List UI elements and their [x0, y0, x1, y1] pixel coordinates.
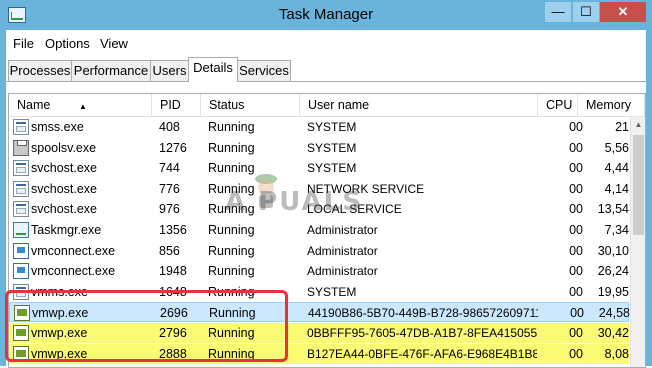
column-header-cpu[interactable]: CPU [538, 94, 578, 116]
process-status: Running [208, 140, 255, 155]
tab-performance[interactable]: Performance [71, 60, 151, 81]
minimize-button[interactable]: — [545, 2, 571, 22]
process-memory: 26,24 [597, 264, 629, 279]
generic-process-icon [13, 180, 29, 197]
process-cpu: 00 [569, 223, 583, 237]
process-name: Taskmgr.exe [31, 223, 102, 237]
tab-strip: Processes Performance Users Details Serv… [6, 57, 646, 82]
column-name-label: Name [17, 98, 51, 112]
process-name: svchost.exe [31, 202, 98, 217]
process-user: Administrator [307, 264, 378, 279]
process-user: SYSTEM [307, 140, 357, 155]
process-status: Running [208, 264, 255, 279]
menu-file[interactable]: File [13, 36, 34, 51]
process-memory: 21 [615, 120, 629, 134]
vmconnect-icon [13, 242, 29, 259]
process-pid: 1356 [159, 223, 187, 237]
process-cpu: 00 [570, 306, 584, 321]
tab-services[interactable]: Services [237, 60, 291, 81]
appuals-watermark: A PUALS [225, 187, 363, 217]
task-manager-icon [13, 222, 29, 238]
table-row[interactable]: svchost.exe 744 Running SYSTEM 00 4,44 [9, 158, 629, 178]
process-user: 44190B86-5B70-449B-B728-986572609711 [308, 306, 538, 321]
process-memory: 13,54 [597, 202, 629, 217]
generic-process-icon [13, 160, 29, 177]
sort-ascending-icon: ▲ [79, 102, 87, 111]
scroll-up-arrow-icon[interactable]: ▲ [631, 117, 645, 133]
maximize-button[interactable]: ☐ [573, 2, 599, 22]
process-cpu: 00 [569, 243, 583, 258]
tab-processes[interactable]: Processes [8, 60, 72, 81]
column-header-memory[interactable]: Memory [578, 94, 645, 116]
process-memory: 19,95 [597, 284, 629, 299]
process-user: SYSTEM [307, 284, 357, 299]
process-cpu: 00 [569, 120, 583, 134]
process-name: smss.exe [31, 120, 84, 134]
process-pid: 408 [159, 120, 180, 134]
tab-users[interactable]: Users [150, 60, 189, 81]
process-user: 0BBFFF95-7605-47DB-A1B7-8FEA4150557B [307, 326, 537, 340]
column-header-pid[interactable]: PID [152, 94, 201, 116]
process-user: Administrator [307, 243, 378, 258]
process-status: Running [208, 120, 255, 134]
process-pid: 776 [159, 181, 180, 196]
process-status: Running [208, 223, 255, 237]
process-memory: 4,44 [604, 161, 629, 176]
process-user: Administrator [307, 223, 378, 237]
process-pid: 744 [159, 161, 180, 176]
process-memory: 5,56 [604, 140, 629, 155]
process-name: svchost.exe [31, 161, 98, 176]
task-manager-window: Task Manager — ☐ ✕ File Options View Pro… [0, 0, 652, 368]
process-cpu: 00 [569, 140, 583, 155]
process-cpu: 00 [569, 264, 583, 279]
menu-view[interactable]: View [100, 36, 128, 51]
tab-details[interactable]: Details [188, 57, 238, 82]
process-user: SYSTEM [307, 161, 357, 176]
column-header-status[interactable]: Status [201, 94, 300, 116]
vmconnect-icon [13, 263, 29, 280]
table-row[interactable]: smss.exe 408 Running SYSTEM 00 21 [9, 117, 629, 137]
highlight-annotation-box [5, 290, 288, 362]
generic-process-icon [13, 119, 29, 135]
process-memory: 24,58 [598, 306, 630, 321]
process-memory: 30,42 [597, 326, 629, 340]
table-row[interactable]: spoolsv.exe 1276 Running SYSTEM 00 5,56 [9, 138, 629, 158]
process-cpu: 00 [569, 161, 583, 176]
printer-icon [13, 139, 29, 156]
scroll-thumb[interactable] [633, 135, 644, 235]
process-name: vmconnect.exe [31, 243, 116, 258]
process-name: svchost.exe [31, 181, 98, 196]
process-user: B127EA44-0BFE-476F-AFA6-E968E4B1B859 [307, 346, 537, 361]
process-name: vmconnect.exe [31, 264, 116, 279]
column-header-user[interactable]: User name [300, 94, 538, 116]
process-cpu: 00 [569, 346, 583, 361]
process-memory: 30,10 [597, 243, 629, 258]
process-memory: 7,34 [604, 223, 629, 237]
table-header: Name ▲ PID Status User name CPU Memory [9, 94, 645, 117]
title-bar[interactable]: Task Manager — ☐ ✕ [0, 0, 652, 30]
menu-options[interactable]: Options [45, 36, 90, 51]
process-user: SYSTEM [307, 120, 357, 134]
table-row[interactable]: vmconnect.exe 856 Running Administrator 00 30… [9, 241, 629, 261]
process-memory: 4,14 [604, 181, 629, 196]
process-memory: 8,08 [604, 346, 629, 361]
generic-process-icon [13, 201, 29, 218]
process-cpu: 00 [569, 202, 583, 217]
column-header-name[interactable]: Name ▲ [9, 94, 152, 116]
process-pid: 976 [159, 202, 180, 217]
process-cpu: 00 [569, 181, 583, 196]
close-button[interactable]: ✕ [600, 2, 646, 22]
process-status: Running [208, 243, 255, 258]
process-cpu: 00 [569, 284, 583, 299]
process-cpu: 00 [569, 326, 583, 340]
process-pid: 1276 [159, 140, 187, 155]
process-pid: 1948 [159, 264, 187, 279]
process-pid: 856 [159, 243, 180, 258]
process-name: spoolsv.exe [31, 140, 97, 155]
table-row[interactable]: vmconnect.exe 1948 Running Administrator 00 2… [9, 261, 629, 281]
vertical-scrollbar[interactable]: ▲ [630, 117, 645, 367]
table-row[interactable]: Taskmgr.exe 1356 Running Administrator 00 7,3… [9, 220, 629, 240]
